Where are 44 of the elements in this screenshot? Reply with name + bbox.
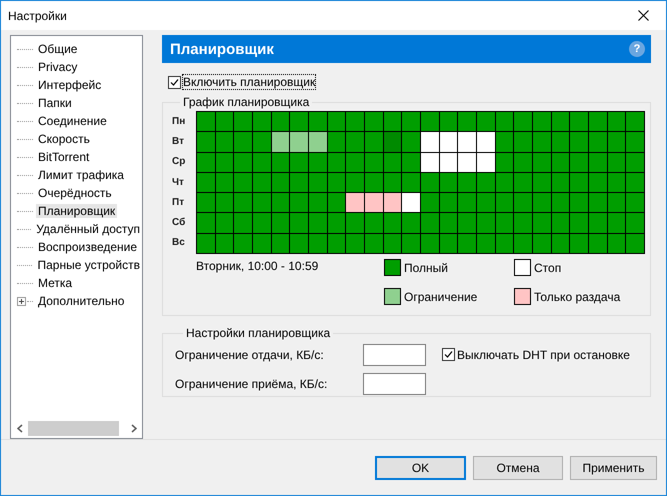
tree-item[interactable]: Удалённый доступ — [34, 222, 142, 236]
tree-item[interactable]: Папки — [36, 96, 74, 110]
tree-item[interactable]: Общие — [36, 42, 80, 56]
field-label: Ограничение отдачи, КБ/с: — [175, 348, 325, 362]
checkbox-label: Включить планировщик — [183, 75, 316, 89]
field-label: Ограничение приёма, КБ/с: — [175, 376, 328, 390]
upload-limit-field[interactable] — [363, 344, 426, 366]
dialog-button[interactable]: Отмена — [473, 456, 563, 480]
day-label: Вс — [172, 236, 186, 250]
tree-item[interactable]: Очерёдность — [36, 186, 114, 200]
expand-icon[interactable] — [17, 296, 26, 306]
legend-label: Полный — [404, 260, 448, 275]
dialog-button[interactable]: OK — [375, 456, 466, 480]
tree-item[interactable]: Соединение — [36, 114, 109, 128]
day-label: Пн — [172, 114, 186, 129]
day-label: Чт — [172, 176, 185, 190]
checkbox-label: Выключать DHT при остановке — [457, 348, 630, 362]
checkbox[interactable] — [168, 76, 181, 88]
tree-item[interactable]: BitTorrent — [36, 150, 92, 164]
schedule-grid[interactable] — [196, 111, 645, 254]
download-limit-field[interactable] — [363, 372, 426, 394]
window-title: Настройки — [8, 8, 67, 22]
day-label: Ср — [172, 155, 186, 170]
tree-item[interactable]: Скорость — [36, 132, 92, 146]
checkbox[interactable] — [442, 348, 455, 361]
group-title: Настройки планировщика — [185, 326, 332, 340]
day-label: Сб — [172, 216, 186, 230]
tree-item[interactable]: Воспроизведение — [36, 240, 140, 254]
time-slot-label: Вторник, 10:00 - 10:59 — [196, 259, 320, 276]
tree-item[interactable]: Лимит трафика — [36, 168, 126, 182]
day-label: Вт — [172, 134, 185, 149]
legend-label: Стоп — [534, 260, 562, 275]
legend-label: Ограничение — [404, 290, 478, 304]
day-label: Пт — [172, 196, 186, 210]
tree-item[interactable]: Интерфейс — [36, 78, 104, 92]
tree-item[interactable]: Дополнительно — [36, 294, 126, 308]
tree-item[interactable]: Privacy — [36, 60, 80, 74]
section-title: Планировщик — [170, 40, 274, 58]
legend-label: Только раздача — [534, 290, 620, 304]
dialog-button[interactable]: Применить — [570, 456, 657, 480]
tree-item[interactable]: Метка — [36, 276, 74, 290]
tree-item[interactable]: Планировщик — [36, 204, 118, 218]
tree-item[interactable]: Парные устройств — [35, 258, 142, 272]
group-title: График планировщика — [182, 95, 310, 109]
